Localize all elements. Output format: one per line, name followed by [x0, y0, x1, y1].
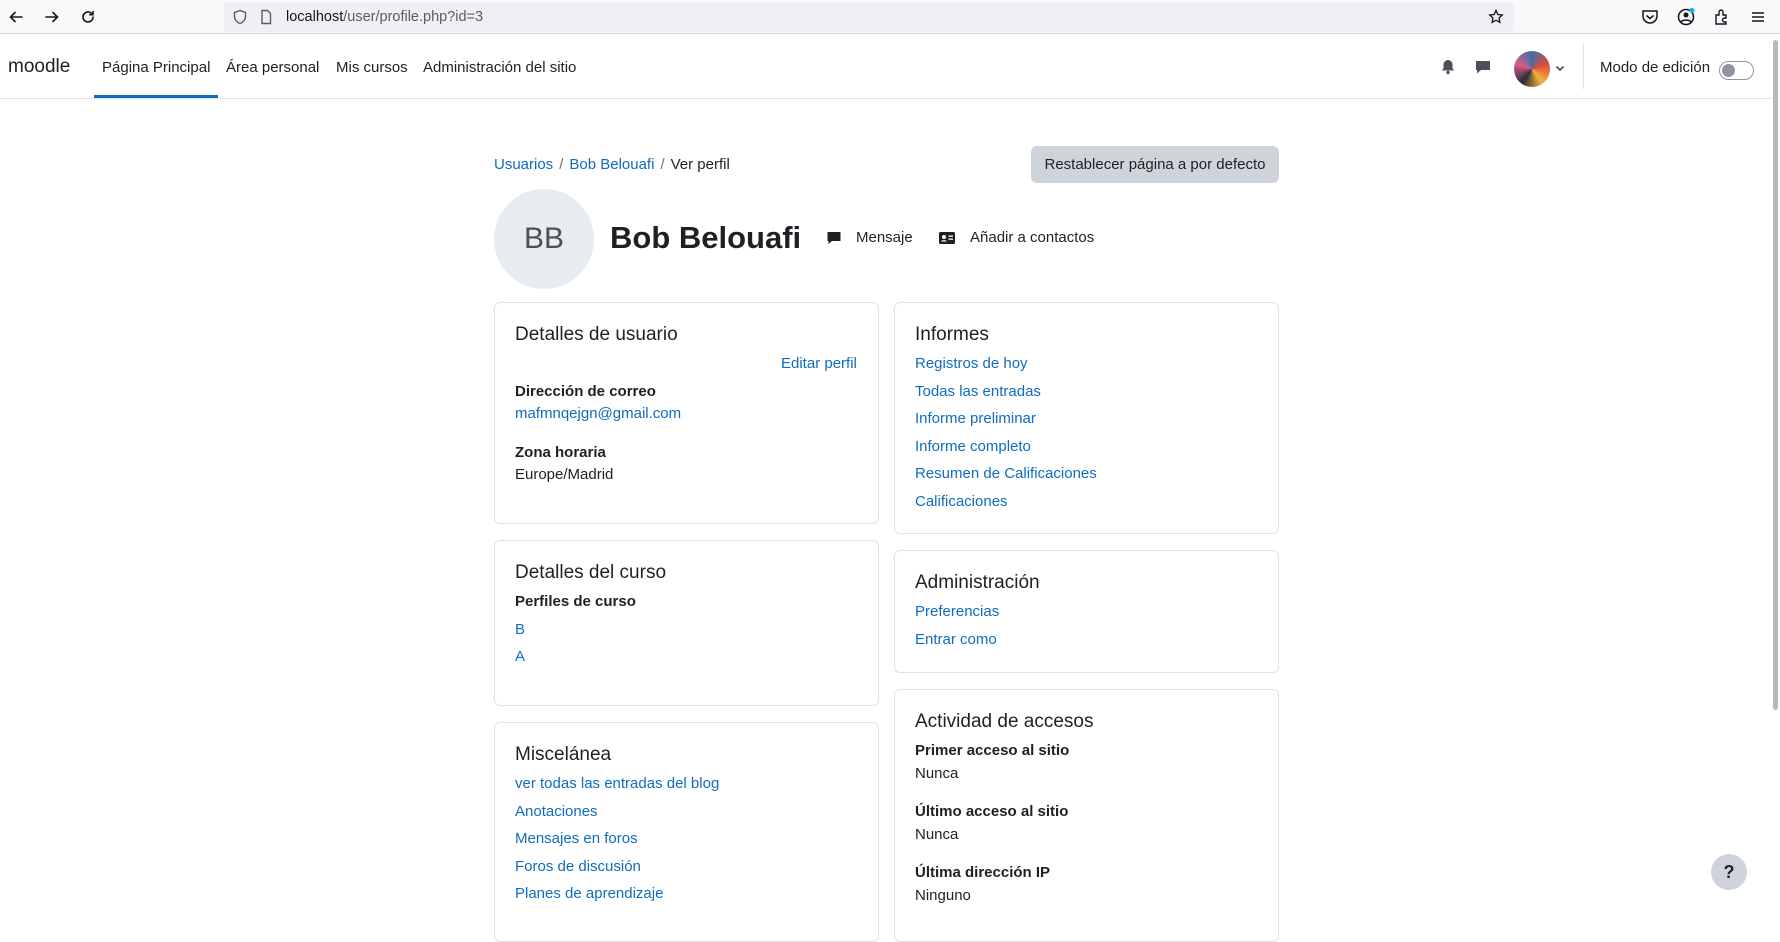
edit-profile-link[interactable]: Editar perfil: [781, 355, 857, 372]
comment-icon: [827, 231, 841, 244]
breadcrumb-current: Ver perfil: [670, 156, 730, 173]
page-title: Bob Belouafi: [610, 220, 802, 255]
misc-title: Miscelánea: [515, 744, 612, 765]
last-ip-label: Última dirección IP: [915, 864, 1051, 881]
grades-link[interactable]: Calificaciones: [915, 493, 1008, 510]
back-icon[interactable]: [4, 5, 28, 29]
breadcrumb-separator: /: [660, 156, 665, 173]
message-label: Mensaje: [856, 229, 913, 246]
url-host: localhost: [286, 9, 344, 25]
reports-card: Informes Registros de hoy Todas las entr…: [894, 302, 1279, 534]
grades-overview-link[interactable]: Resumen de Calificaciones: [915, 465, 1097, 482]
nav-my-courses[interactable]: Mis cursos: [336, 59, 408, 76]
nav-home[interactable]: Página Principal: [102, 59, 210, 76]
blog-entries-link[interactable]: ver todas las entradas del blog: [515, 775, 719, 792]
url-text[interactable]: localhost/user/profile.php?id=3: [286, 9, 483, 25]
last-access-value: Nunca: [915, 826, 959, 843]
bookmark-star-icon[interactable]: [1488, 8, 1504, 25]
access-activity-title: Actividad de accesos: [915, 711, 1094, 732]
today-logs-link[interactable]: Registros de hoy: [915, 355, 1028, 372]
user-details-card: Detalles de usuario Editar perfil Direcc…: [494, 302, 879, 524]
email-value-link[interactable]: mafmnqejgn@gmail.com: [515, 405, 681, 422]
nav-active-indicator: [94, 95, 218, 98]
login-as-link[interactable]: Entrar como: [915, 631, 997, 648]
page-scrollbar[interactable]: [1771, 36, 1780, 922]
url-bar[interactable]: localhost/user/profile.php?id=3: [224, 2, 1514, 32]
preferences-link[interactable]: Preferencias: [915, 603, 999, 620]
breadcrumb-users[interactable]: Usuarios: [494, 156, 553, 173]
first-access-value: Nunca: [915, 765, 959, 782]
reload-icon[interactable]: [76, 5, 100, 29]
add-contact-button[interactable]: Añadir a contactos: [938, 229, 1094, 246]
course-link[interactable]: B: [515, 621, 525, 638]
navbar-divider: [1583, 44, 1584, 89]
page-icon[interactable]: [258, 9, 274, 25]
course-link[interactable]: A: [515, 648, 525, 665]
toggle-knob: [1722, 64, 1735, 77]
reports-title: Informes: [915, 324, 989, 345]
url-path: /user/profile.php?id=3: [343, 9, 484, 25]
forum-discussions-link[interactable]: Foros de discusión: [515, 858, 641, 875]
edit-mode-toggle[interactable]: [1719, 61, 1754, 80]
course-profiles-label: Perfiles de curso: [515, 593, 636, 610]
reset-page-button[interactable]: Restablecer página a por defecto: [1031, 146, 1279, 183]
extensions-icon[interactable]: [1712, 7, 1732, 27]
administration-card: Administración Preferencias Entrar como: [894, 550, 1279, 673]
administration-title: Administración: [915, 572, 1040, 593]
message-button[interactable]: Mensaje: [826, 229, 913, 246]
forum-posts-link[interactable]: Mensajes en foros: [515, 830, 638, 847]
misc-card: Miscelánea ver todas las entradas del bl…: [494, 722, 879, 942]
browser-toolbar: localhost/user/profile.php?id=3: [0, 0, 1780, 34]
first-access-label: Primer acceso al sitio: [915, 742, 1070, 759]
email-label: Dirección de correo: [515, 383, 656, 400]
notes-link[interactable]: Anotaciones: [515, 803, 598, 820]
address-card-icon: [939, 231, 955, 244]
help-button[interactable]: ?: [1711, 854, 1747, 890]
course-details-card: Detalles del curso Perfiles de curso B A: [494, 540, 879, 706]
user-avatar-large: BB: [494, 189, 594, 289]
account-icon[interactable]: [1676, 7, 1696, 27]
shield-icon[interactable]: [232, 9, 248, 25]
last-ip-value: Ninguno: [915, 887, 971, 904]
breadcrumb-user[interactable]: Bob Belouafi: [569, 156, 654, 173]
messages-icon[interactable]: [1474, 58, 1492, 76]
course-details-title: Detalles del curso: [515, 562, 667, 583]
chevron-down-icon[interactable]: [1554, 61, 1566, 73]
breadcrumb-separator: /: [559, 156, 564, 173]
scroll-thumb[interactable]: [1773, 40, 1778, 710]
all-logs-link[interactable]: Todas las entradas: [915, 383, 1041, 400]
menu-icon[interactable]: [1748, 7, 1768, 27]
outline-report-link[interactable]: Informe preliminar: [915, 410, 1036, 427]
complete-report-link[interactable]: Informe completo: [915, 438, 1031, 455]
user-menu-avatar[interactable]: [1514, 51, 1550, 87]
last-access-label: Último acceso al sitio: [915, 803, 1069, 820]
nav-dashboard[interactable]: Área personal: [226, 59, 319, 76]
access-activity-card: Actividad de accesos Primer acceso al si…: [894, 689, 1279, 942]
user-details-title: Detalles de usuario: [515, 324, 678, 345]
timezone-label: Zona horaria: [515, 444, 606, 461]
notifications-bell-icon[interactable]: [1439, 58, 1457, 76]
forward-icon[interactable]: [40, 5, 64, 29]
nav-site-admin[interactable]: Administración del sitio: [423, 59, 576, 76]
breadcrumb: Usuarios / Bob Belouafi / Ver perfil: [494, 156, 730, 173]
site-logo[interactable]: moodle: [8, 56, 70, 78]
learning-plans-link[interactable]: Planes de aprendizaje: [515, 885, 663, 902]
add-contact-label: Añadir a contactos: [970, 229, 1095, 246]
pocket-icon[interactable]: [1640, 7, 1660, 27]
edit-mode-label: Modo de edición: [1600, 59, 1711, 76]
timezone-value: Europe/Madrid: [515, 466, 614, 483]
moodle-navbar: moodle Página Principal Área personal Mi…: [0, 34, 1780, 99]
